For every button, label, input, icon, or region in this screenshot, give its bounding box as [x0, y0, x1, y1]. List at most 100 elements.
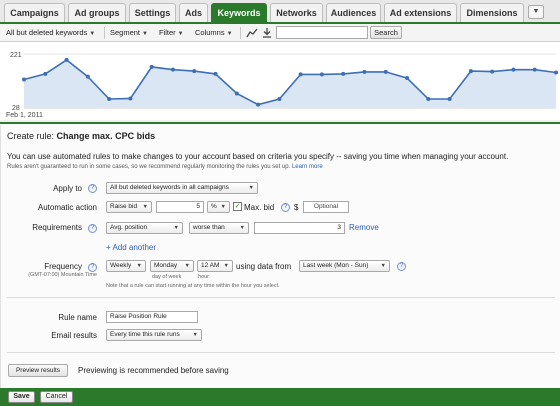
chart-data-point: [341, 71, 346, 76]
help-icon[interactable]: ?: [88, 184, 97, 193]
save-button[interactable]: Save: [8, 391, 35, 403]
download-icon[interactable]: [262, 27, 272, 38]
action-footer: Save Cancel: [0, 388, 560, 406]
chart-data-point: [532, 67, 537, 72]
rule-name-input[interactable]: Raise Position Rule: [106, 311, 198, 323]
automatic-action-label: Automatic action: [37, 203, 97, 212]
chevron-down-icon: ▼: [173, 225, 179, 231]
hour-hint: hour: [198, 274, 210, 280]
rule-description: You can use automated rules to make chan…: [7, 152, 509, 161]
email-results-select[interactable]: Every time this rule runs ▼: [106, 329, 202, 341]
action-unit-select[interactable]: % ▼: [207, 201, 230, 213]
chart-data-point: [468, 69, 473, 74]
chevron-down-icon: ▼: [136, 263, 142, 269]
help-icon[interactable]: ?: [397, 262, 406, 271]
chart-data-point: [43, 71, 48, 76]
chart-data-point: [128, 96, 133, 101]
requirement-operator-select[interactable]: worse than ▼: [189, 222, 249, 234]
chevron-down-icon: ▼: [184, 263, 190, 269]
segment-dropdown[interactable]: Segment ▼: [110, 28, 148, 37]
help-icon[interactable]: ?: [88, 224, 97, 233]
chart-data-point: [256, 102, 261, 107]
tab-settings[interactable]: Settings: [129, 3, 176, 22]
rule-name-label: Rule name: [58, 313, 97, 322]
frequency-note: Note that a rule can start running at an…: [106, 283, 280, 289]
view-filter-dropdown[interactable]: All but deleted keywords ▼: [6, 28, 95, 37]
chart-data-point: [447, 97, 452, 102]
chart-data-point: [234, 91, 239, 96]
search-input[interactable]: [276, 26, 368, 39]
help-icon[interactable]: ?: [281, 203, 290, 212]
search-button[interactable]: Search: [370, 26, 402, 39]
chart-data-point: [192, 69, 197, 74]
chart-footer-bar: [0, 120, 560, 124]
requirement-metric-select[interactable]: Avg. position ▼: [106, 222, 183, 234]
columns-dropdown[interactable]: Columns ▼: [195, 28, 233, 37]
day-of-week-hint: day of week: [152, 274, 182, 280]
tab-dimensions[interactable]: Dimensions: [460, 3, 524, 22]
tab-ads[interactable]: Ads: [179, 3, 208, 22]
chart-data-point: [405, 76, 410, 81]
chart-data-point: [383, 69, 388, 74]
frequency-hour-select[interactable]: 12 AM ▼: [197, 260, 233, 272]
frequency-label: Frequency: [44, 262, 82, 271]
chart-data-point: [85, 74, 90, 79]
chart-data-point: [149, 64, 154, 69]
chevron-down-icon: ▼: [192, 332, 198, 338]
max-bid-checkbox[interactable]: ✓: [233, 202, 242, 211]
performance-chart-svg: 221 28Feb 1, 2011: [6, 52, 558, 119]
cancel-button[interactable]: Cancel: [40, 391, 73, 403]
tab-keywords[interactable]: Keywords: [211, 3, 267, 22]
chevron-down-icon: ▼: [532, 8, 540, 15]
frequency-day-select[interactable]: Monday ▼: [150, 260, 194, 272]
action-amount-input[interactable]: 5: [156, 201, 204, 213]
apply-to-select[interactable]: All but deleted keywords in all campaign…: [106, 182, 258, 194]
learn-more-link[interactable]: Learn more: [292, 164, 323, 170]
graph-icon[interactable]: [246, 28, 258, 38]
tab-ad-groups[interactable]: Ad groups: [68, 3, 126, 22]
y-tick-label: 28: [12, 105, 20, 112]
action-select[interactable]: Raise bid ▼: [106, 201, 152, 213]
requirement-value-input[interactable]: 3: [254, 222, 345, 234]
requirements-label: Requirements: [32, 223, 82, 232]
rule-note: Rules aren't guaranteed to run in some c…: [7, 164, 323, 170]
max-bid-label: Max. bid: [244, 203, 275, 212]
chevron-down-icon: ▼: [177, 31, 184, 37]
tab-bar: Campaigns Ad groups Settings Ads Keyword…: [0, 0, 560, 24]
tab-ad-extensions[interactable]: Ad extensions: [384, 3, 457, 22]
chart-data-point: [213, 71, 218, 76]
chart-area: [24, 59, 556, 108]
chevron-down-icon: ▼: [239, 225, 245, 231]
chart-data-point: [277, 97, 282, 102]
add-another-link[interactable]: + Add another: [106, 243, 156, 252]
chart-data-point: [298, 72, 303, 77]
chart-data-point: [319, 72, 324, 77]
chevron-down-icon: ▼: [248, 185, 254, 191]
chevron-down-icon: ▼: [142, 31, 148, 37]
toolbar-divider: [240, 27, 241, 39]
chevron-down-icon: ▼: [220, 204, 226, 210]
chart-data-point: [511, 67, 516, 72]
chevron-down-icon: ▼: [226, 31, 233, 37]
chart-data-point: [22, 77, 26, 82]
help-icon[interactable]: ?: [88, 263, 97, 272]
chart-data-point: [490, 69, 495, 74]
chart-data-point: [107, 97, 112, 102]
filter-dropdown[interactable]: Filter ▼: [159, 28, 184, 37]
timezone-label: (GMT-07:00) Mountain Time: [28, 272, 97, 278]
remove-requirement-link[interactable]: Remove: [349, 223, 379, 232]
data-range-select[interactable]: Last week (Mon - Sun) ▼: [299, 260, 390, 272]
chart-data-point: [426, 97, 431, 102]
y-tick-label: 221: [10, 52, 22, 59]
tab-networks[interactable]: Networks: [270, 3, 323, 22]
frequency-period-select[interactable]: Weekly ▼: [106, 260, 146, 272]
tab-audiences[interactable]: Audiences: [326, 3, 381, 22]
more-tabs-button[interactable]: ▼: [528, 5, 544, 19]
chevron-down-icon: ▼: [380, 263, 386, 269]
preview-results-button[interactable]: Preview results: [8, 364, 68, 377]
max-bid-input[interactable]: Optional: [303, 201, 349, 213]
performance-chart: 221 28 Feb 1, 2011: [0, 42, 560, 122]
using-data-from-label: using data from: [236, 262, 292, 271]
section-divider: [7, 297, 555, 298]
tab-campaigns[interactable]: Campaigns: [4, 3, 65, 22]
